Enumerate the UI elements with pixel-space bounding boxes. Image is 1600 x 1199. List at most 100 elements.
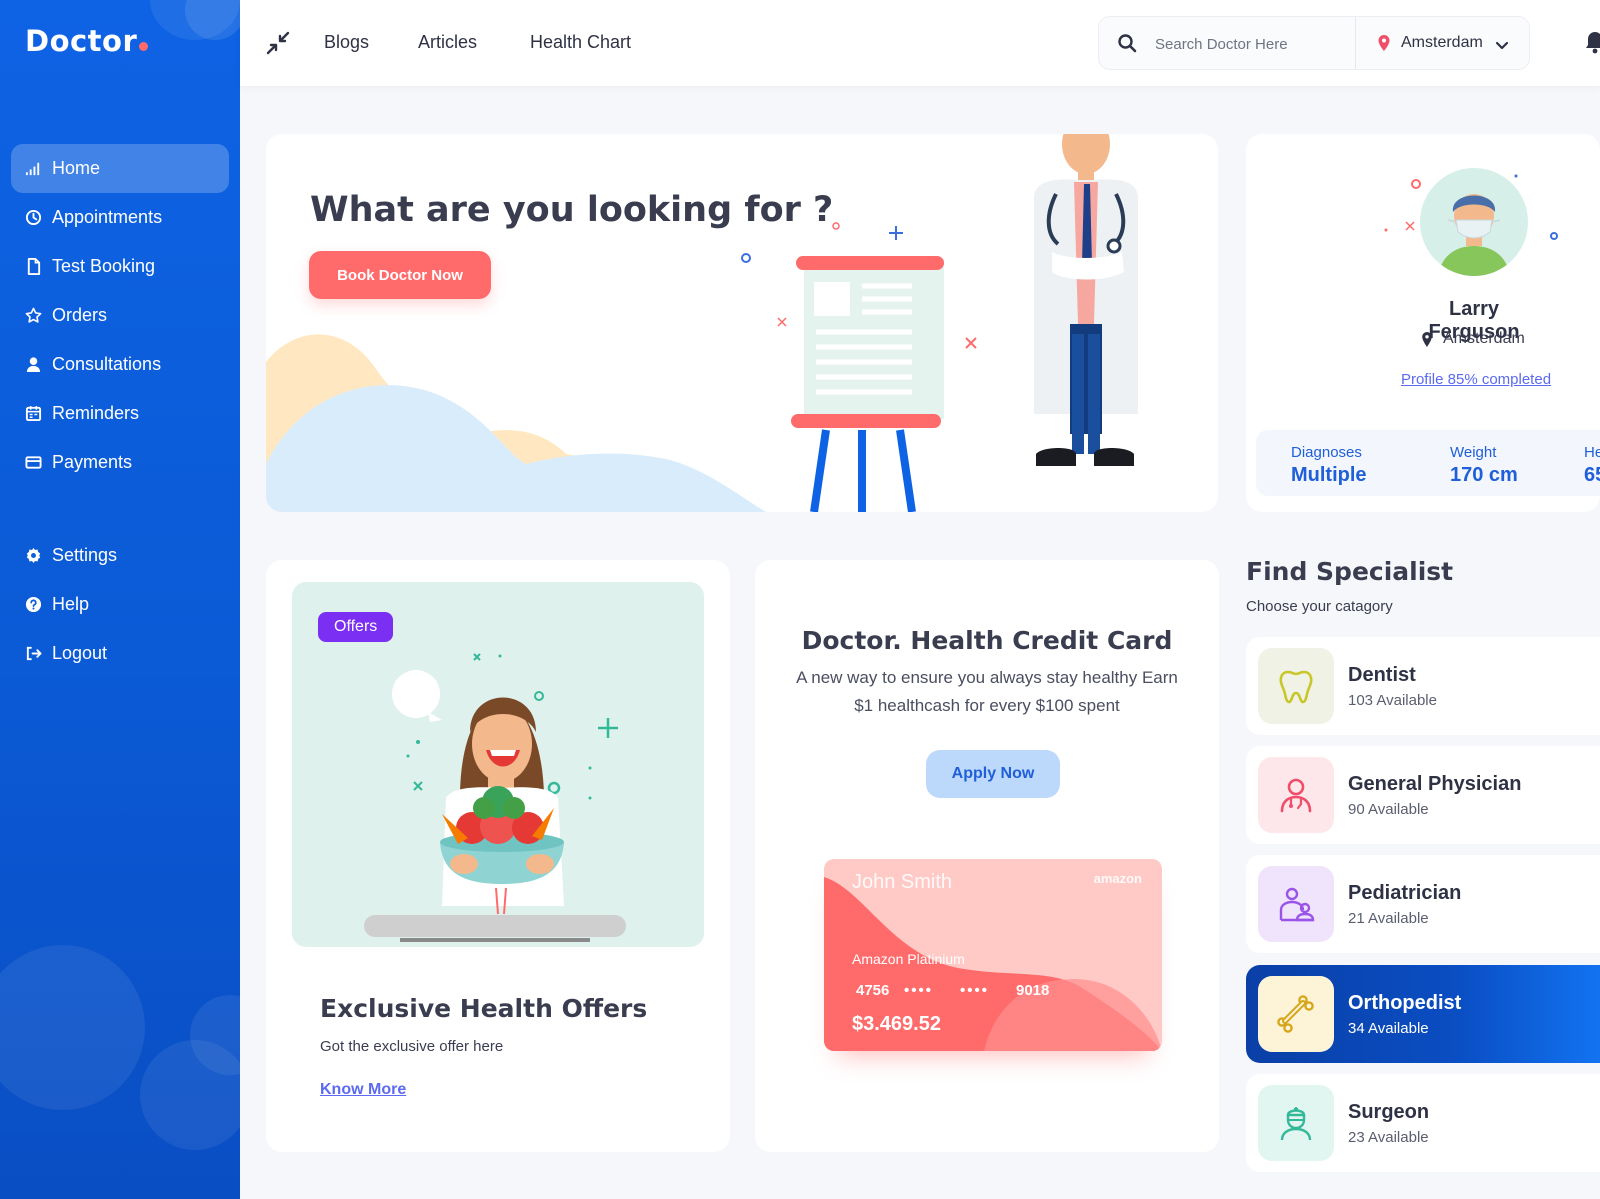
avatar[interactable] <box>1420 168 1528 276</box>
specialist-count: 90 Available <box>1348 801 1429 818</box>
nav-link-health-chart[interactable]: Health Chart <box>530 32 631 53</box>
profile-stats: Diagnoses Multiple Weight 170 cm He 65 <box>1256 430 1600 496</box>
sidebar-item-label: Orders <box>52 305 108 325</box>
sidebar-item-help[interactable]: Help <box>11 580 229 629</box>
specialist-orthopedist[interactable]: Orthopedist 34 Available <box>1246 965 1600 1063</box>
profile-location-text: Amsterdam <box>1443 330 1525 347</box>
sidebar-item-reminders[interactable]: Reminders <box>11 389 229 438</box>
profile-completion-link[interactable]: Profile 85% completed <box>1396 371 1556 388</box>
specialist-count: 34 Available <box>1348 1020 1429 1037</box>
physician-icon <box>1258 757 1334 833</box>
divider <box>1355 17 1356 69</box>
offers-subtitle: Got the exclusive offer here <box>320 1038 504 1055</box>
document-icon <box>25 258 42 275</box>
sidebar-item-payments[interactable]: Payments <box>11 438 229 487</box>
card-number-end: 9018 <box>1016 982 1050 999</box>
offers-card: Offers Exclusive Health Offers Got the e… <box>266 560 730 1152</box>
surgeon-icon <box>1258 1085 1334 1161</box>
know-more-link[interactable]: Know More <box>320 1081 406 1099</box>
sidebar-item-label: Appointments <box>52 207 163 227</box>
stat-value: 65 <box>1584 464 1600 486</box>
specialist-count: 23 Available <box>1348 1129 1429 1146</box>
card-type: Amazon Platinium <box>852 951 965 967</box>
sidebar-item-label: Settings <box>52 545 118 565</box>
profile-location: Amsterdam <box>1421 330 1525 348</box>
bell-icon[interactable] <box>1584 30 1600 54</box>
chevron-down-icon[interactable] <box>1495 38 1509 50</box>
card-holder: John Smith <box>852 871 953 893</box>
credit-card-promo: Doctor. Health Credit Card A new way to … <box>755 560 1219 1152</box>
location-select[interactable]: Amsterdam <box>1401 34 1483 52</box>
offer-illustration: Offers <box>292 582 704 947</box>
specialist-dentist[interactable]: Dentist 103 Available <box>1246 637 1600 735</box>
sidebar-item-orders[interactable]: Orders <box>11 291 229 340</box>
specialist-name: Dentist <box>1348 664 1416 686</box>
location-pin-icon <box>1422 331 1432 347</box>
specialist-name: Pediatrician <box>1348 882 1462 904</box>
sidebar-item-label: Logout <box>52 643 108 663</box>
find-specialist-subtitle: Choose your catagory <box>1246 598 1393 615</box>
credit-description: A new way to ensure you always stay heal… <box>796 668 1178 715</box>
specialist-count: 21 Available <box>1348 910 1429 927</box>
top-bar: Blogs Articles Health Chart Amsterdam <box>240 0 1600 86</box>
stat-value: Multiple <box>1291 464 1367 486</box>
clock-icon <box>25 209 42 226</box>
nav-link-blogs[interactable]: Blogs <box>324 32 369 53</box>
gear-icon <box>25 547 42 564</box>
specialist-name: General Physician <box>1348 773 1522 795</box>
search-bar: Amsterdam <box>1098 16 1530 70</box>
sidebar: Doctor Home Appointments Test Booking Or… <box>0 0 240 1199</box>
collapse-icon[interactable] <box>264 29 292 57</box>
card-brand-logo: amazon <box>1093 871 1142 886</box>
specialist-name: Orthopedist <box>1348 992 1462 1014</box>
sidebar-item-consultations[interactable]: Consultations <box>11 340 229 389</box>
find-specialist-title: Find Specialist <box>1246 557 1454 586</box>
specialist-general-physician[interactable]: General Physician 90 Available <box>1246 746 1600 844</box>
search-input[interactable] <box>1155 31 1345 57</box>
sidebar-item-label: Reminders <box>52 403 140 423</box>
sidebar-item-appointments[interactable]: Appointments <box>11 193 229 242</box>
woman-with-vegetables-illustration <box>364 653 626 942</box>
specialist-name: Surgeon <box>1348 1101 1430 1123</box>
card-number-mask: •••• <box>960 982 990 999</box>
card-number-start: 4756 <box>856 982 890 999</box>
bone-icon <box>1258 976 1334 1052</box>
decor-blob <box>0 945 145 1110</box>
sidebar-item-label: Home <box>52 158 101 178</box>
stat-label: Weight <box>1450 444 1497 461</box>
help-icon <box>25 596 42 613</box>
specialist-count: 103 Available <box>1348 692 1437 709</box>
logo-dot <box>139 42 149 51</box>
family-icon <box>1258 866 1334 942</box>
hero-card: What are you looking for ? Book Doctor N… <box>266 134 1218 512</box>
offers-title: Exclusive Health Offers <box>320 994 648 1023</box>
sidebar-item-label: Test Booking <box>52 256 156 276</box>
specialist-pediatrician[interactable]: Pediatrician 21 Available <box>1246 855 1600 953</box>
apply-now-button[interactable]: Apply Now <box>926 750 1060 798</box>
credit-card: John Smith amazon Amazon Platinium 4756 … <box>824 859 1162 1051</box>
stat-value: 170 cm <box>1450 464 1518 486</box>
sidebar-item-test-booking[interactable]: Test Booking <box>11 242 229 291</box>
card-icon <box>25 454 42 471</box>
sidebar-item-label: Consultations <box>52 354 162 374</box>
sidebar-item-settings[interactable]: Settings <box>11 531 229 580</box>
user-icon <box>25 356 42 373</box>
star-icon <box>25 307 42 324</box>
search-icon[interactable] <box>1117 33 1137 53</box>
logout-icon <box>25 645 42 662</box>
nav-link-articles[interactable]: Articles <box>418 32 477 53</box>
book-doctor-button[interactable]: Book Doctor Now <box>309 251 491 299</box>
sidebar-item-home[interactable]: Home <box>11 144 229 193</box>
tooth-icon <box>1258 648 1334 724</box>
card-balance: $3.469.52 <box>852 1013 941 1035</box>
hero-title: What are you looking for ? <box>310 190 834 230</box>
sidebar-item-label: Help <box>52 594 90 614</box>
calendar-icon <box>25 405 42 422</box>
profile-card: Larry Ferguson Amsterdam Profile 85% com… <box>1246 134 1600 512</box>
sidebar-item-logout[interactable]: Logout <box>11 629 229 678</box>
card-number-mask: •••• <box>904 982 934 999</box>
location-pin-icon <box>1377 35 1391 51</box>
specialist-surgeon[interactable]: Surgeon 23 Available <box>1246 1074 1600 1172</box>
credit-title: Doctor. Health Credit Card <box>801 626 1173 655</box>
logo[interactable]: Doctor <box>25 24 149 58</box>
